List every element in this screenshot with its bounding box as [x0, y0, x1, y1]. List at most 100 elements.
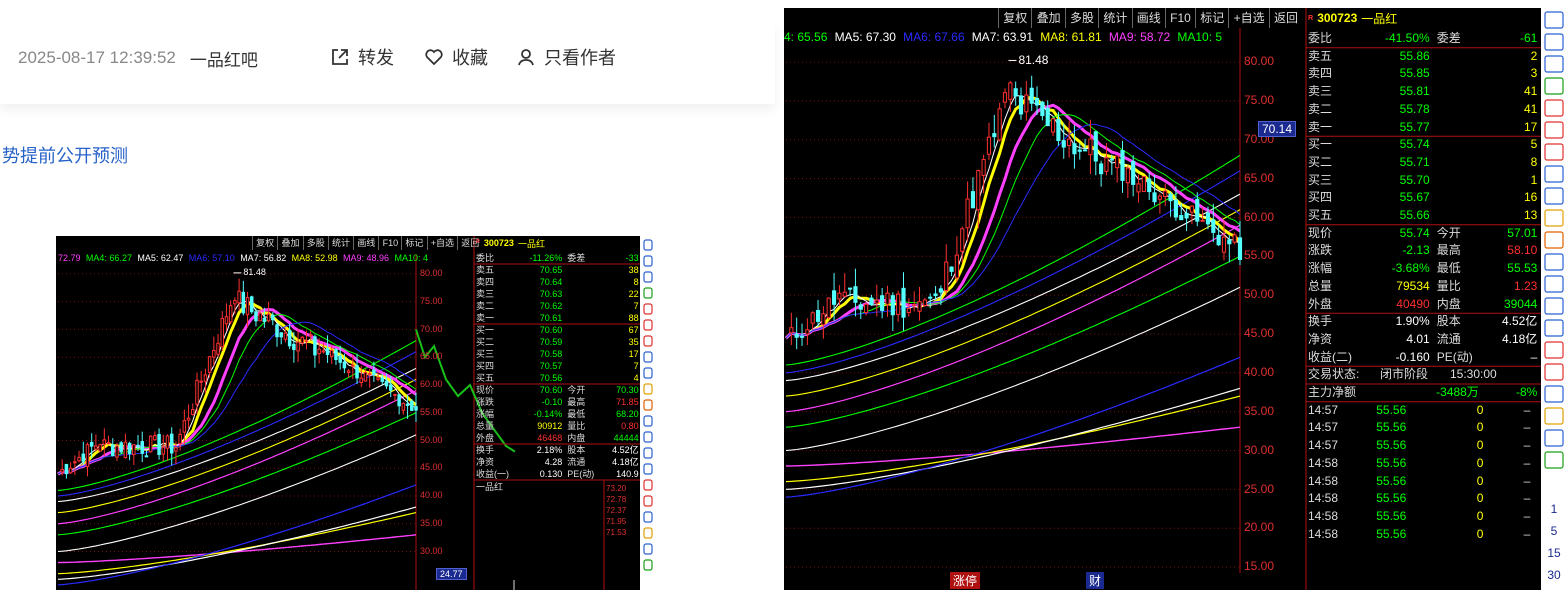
post-link[interactable]: 势提前公开预测	[2, 142, 128, 168]
candle-body	[1099, 163, 1104, 175]
candle-body	[1093, 131, 1098, 162]
stat-value: 58.10	[1507, 243, 1538, 258]
toolbar-button[interactable]: 统计	[327, 236, 353, 250]
period-number[interactable]: 5	[1541, 524, 1567, 538]
candle-body	[351, 364, 355, 367]
ask-price: 55.78	[1399, 101, 1430, 116]
toolbar-button[interactable]: 多股	[1064, 8, 1098, 28]
ma-line	[785, 395, 1241, 483]
candle-body	[1195, 198, 1200, 222]
candle-body	[848, 287, 853, 290]
candle-body	[885, 292, 890, 305]
toolbar-button[interactable]: 标记	[1195, 8, 1228, 28]
toolbar-button[interactable]: 叠加	[277, 236, 302, 250]
trade-status-value: 闭市阶段	[1380, 367, 1429, 382]
toolbar-button[interactable]: F10	[378, 236, 401, 250]
candle-body	[1104, 157, 1109, 172]
main-flow-value: -3488万	[1436, 385, 1479, 399]
price-axis-label: 20.00	[1244, 520, 1275, 535]
toolbar-button[interactable]: F10	[1164, 8, 1195, 28]
large-stock-chart[interactable]: 80.00 75.00 70.00 65.00 60.00 55.00 50.00 45.00…	[784, 8, 1567, 590]
bid-price: 55.67	[1399, 190, 1430, 205]
candle-body	[1125, 167, 1130, 184]
stat-value: -3.68%	[1391, 261, 1430, 276]
price-axis-label: 15.00	[1244, 559, 1275, 574]
candle-body	[1141, 176, 1146, 192]
candle-body	[1131, 160, 1136, 185]
stat-value: 0.80	[621, 421, 639, 431]
share-button[interactable]: 转发	[330, 44, 394, 70]
candle-body	[976, 170, 981, 211]
candle-body	[933, 293, 938, 297]
forum-link[interactable]: 一品红吧	[190, 46, 258, 71]
price-axis-label: 35.00	[1244, 403, 1275, 418]
author-only-button[interactable]: 只看作者	[516, 44, 616, 70]
toolbar-button[interactable]: 叠加	[1031, 8, 1064, 28]
ma-legend-item: MA7: 56.82	[240, 253, 287, 263]
price-axis-label: 45.00	[420, 462, 443, 473]
candle-body	[1211, 219, 1216, 233]
candle-body	[111, 444, 115, 456]
candle-body	[94, 445, 98, 450]
candle-body	[203, 374, 208, 382]
candle-body	[115, 445, 119, 458]
ask-volume: 38	[628, 265, 639, 275]
period-number[interactable]: 30	[1541, 568, 1567, 582]
ma-line	[785, 224, 1241, 413]
candle-body	[986, 136, 992, 155]
stock-code: 300723	[1317, 11, 1358, 25]
period-number[interactable]: 1	[1541, 502, 1567, 516]
candle-body	[296, 341, 300, 352]
r-badge: R	[476, 239, 480, 246]
ask-price: 55.85	[1399, 66, 1430, 81]
candle-body	[815, 309, 821, 322]
stat-value: 71.85	[616, 397, 639, 407]
tick-flag: –	[1523, 473, 1531, 488]
toolbar-button[interactable]: 画线	[1131, 8, 1165, 28]
price-axis-label: 50.00	[420, 434, 443, 445]
bid-label: 买三	[476, 349, 495, 359]
tick-time: 14:58	[1308, 508, 1339, 523]
small-stock-chart[interactable]: 80.00 75.00 70.00 65.00 60.00 55.00 50.00 45.00…	[56, 236, 656, 590]
candle-body	[831, 290, 837, 305]
candle-body	[300, 336, 305, 344]
stat-value: -0.10	[541, 397, 563, 407]
candle-body	[106, 442, 111, 445]
candle-body	[68, 467, 73, 474]
bid-volume: 4	[633, 373, 639, 383]
ma-legend-item: 72.79	[58, 253, 81, 263]
candle-body	[837, 292, 842, 300]
period-number[interactable]: 15	[1541, 546, 1567, 560]
toolbar-button[interactable]: 复权	[998, 8, 1031, 28]
finance-marker: 财	[1086, 572, 1105, 589]
toolbar-button[interactable]: 复权	[252, 236, 277, 250]
toolbar-button[interactable]: +自选	[426, 236, 458, 250]
candle-body	[136, 444, 140, 447]
candle-body	[944, 261, 949, 292]
candle-body	[826, 297, 831, 319]
heart-icon	[425, 49, 443, 66]
toolbar-button[interactable]: +自选	[1228, 8, 1268, 28]
bid-volume: 17	[628, 349, 639, 359]
ma-line	[57, 390, 417, 525]
info-value: 4.18亿	[612, 457, 639, 467]
bid-price: 55.71	[1399, 154, 1430, 169]
candle-body	[858, 304, 863, 310]
toolbar-button[interactable]: 返回	[1268, 8, 1302, 28]
price-axis-label: 60.00	[1244, 209, 1275, 224]
candle-body	[363, 372, 368, 382]
favorite-button[interactable]: 收藏	[424, 44, 488, 70]
candle-body	[174, 447, 178, 452]
info-value: 140.9	[616, 469, 639, 479]
ask-label: 卖二	[476, 301, 495, 311]
candle-body	[224, 316, 229, 325]
toolbar-button[interactable]: 多股	[302, 236, 328, 250]
toolbar-button[interactable]: 统计	[1098, 8, 1131, 28]
info-value: 4.18亿	[1501, 331, 1538, 346]
candle-body	[397, 394, 401, 407]
toolbar-button[interactable]: 画线	[353, 236, 378, 250]
share-label: 转发	[358, 48, 394, 68]
ask-price: 70.64	[539, 277, 563, 287]
candle-body	[1147, 178, 1152, 193]
toolbar-button[interactable]: 标记	[401, 236, 426, 250]
